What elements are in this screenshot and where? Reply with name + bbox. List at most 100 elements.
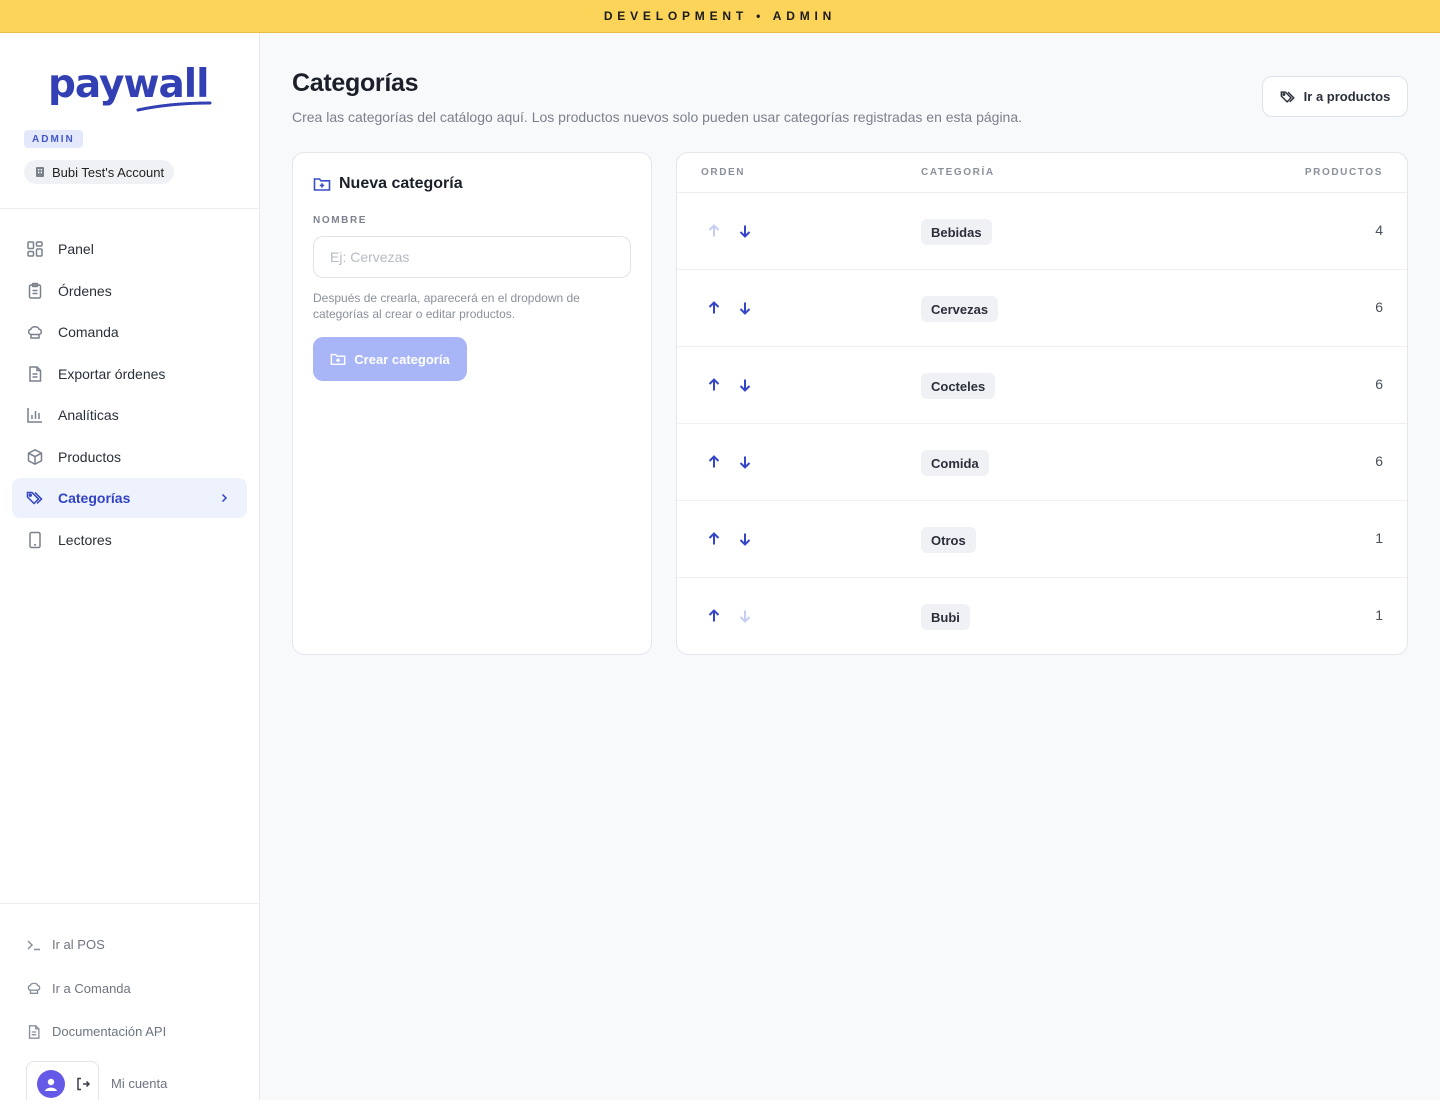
move-down-button[interactable] <box>737 300 753 316</box>
move-down-button[interactable] <box>737 223 753 239</box>
avatar[interactable] <box>37 1070 65 1098</box>
sidebar-item-label: Comanda <box>58 324 119 340</box>
move-down-button[interactable] <box>737 608 753 624</box>
page-description: Crea las categorías del catálogo aquí. L… <box>292 109 1023 125</box>
go-to-products-button[interactable]: Ir a productos <box>1262 76 1408 117</box>
arrow-up-icon <box>708 532 720 545</box>
move-up-button[interactable] <box>706 531 722 547</box>
sidebar-item-lectores[interactable]: Lectores <box>12 520 247 560</box>
table-row: Comida 6 <box>677 424 1407 501</box>
move-up-button[interactable] <box>706 300 722 316</box>
table-row: Cervezas 6 <box>677 270 1407 347</box>
sidebar-item-ordenes[interactable]: Órdenes <box>12 271 247 311</box>
arrow-down-icon <box>739 456 751 469</box>
tablet-icon <box>29 531 41 548</box>
sidebar-item-productos[interactable]: Productos <box>12 437 247 477</box>
sidebar-item-label: Exportar órdenes <box>58 365 166 382</box>
api-docs-label: Documentación API <box>52 1024 167 1040</box>
move-down-button[interactable] <box>737 377 753 393</box>
sidebar-item-analiticas[interactable]: Analíticas <box>12 395 247 435</box>
move-down-button[interactable] <box>737 454 753 470</box>
table-row: Otros 1 <box>677 501 1407 578</box>
go-to-comanda-label: Ir a Comanda <box>52 980 131 996</box>
categories-table: ORDEN CATEGORÍA PRODUCTOS Bebidas 4 Cervez… <box>676 152 1408 655</box>
tags-icon <box>1280 90 1295 103</box>
folder-plus-icon <box>330 353 346 366</box>
go-to-comanda-link[interactable]: Ir a Comanda <box>26 967 166 1011</box>
sidebar-item-comanda[interactable]: Comanda <box>12 312 247 352</box>
move-up-button[interactable] <box>706 608 722 624</box>
arrow-up-icon <box>708 609 720 622</box>
sidebar-item-categorias[interactable]: Categorías <box>12 478 247 518</box>
tags-icon <box>26 491 43 505</box>
column-header-products: PRODUCTOS <box>1304 167 1383 178</box>
product-count: 1 <box>1375 530 1383 546</box>
api-docs-link[interactable]: Documentación API <box>26 1010 166 1054</box>
new-category-title: Nueva categoría <box>313 175 463 193</box>
category-name-badge: Otros <box>921 527 976 553</box>
grid-icon <box>27 241 43 257</box>
category-name-badge: Bubi <box>921 604 970 630</box>
name-field-label: NOMBRE <box>313 215 368 226</box>
sidebar-item-label: Panel <box>58 241 94 257</box>
table-row: Bebidas 4 <box>677 193 1407 270</box>
arrow-up-icon <box>708 224 720 237</box>
account-chip[interactable]: Bubi Test's Account <box>24 160 175 184</box>
move-down-button[interactable] <box>737 531 753 547</box>
sidebar-divider <box>0 208 259 209</box>
sidebar-item-label: Órdenes <box>58 282 112 299</box>
go-to-pos-link[interactable]: Ir al POS <box>26 923 166 967</box>
name-field-hint: Después de crearla, aparecerá en el drop… <box>313 291 580 321</box>
sidebar-bottom-links: Ir al POS Ir a Comanda Documentación API <box>26 923 166 1054</box>
role-badge: ADMIN <box>24 130 83 148</box>
logout-icon[interactable] <box>75 1076 91 1092</box>
category-name-input[interactable] <box>313 236 631 278</box>
logo-swoosh-icon <box>136 101 212 112</box>
product-count: 4 <box>1375 222 1383 238</box>
user-icon <box>45 1078 57 1091</box>
new-category-title-text: Nueva categoría <box>339 175 463 192</box>
column-header-order: ORDEN <box>701 167 746 178</box>
product-count: 1 <box>1375 607 1383 623</box>
sidebar: paywall ADMIN Bubi Test's Account Panel … <box>0 33 260 1100</box>
create-category-button[interactable]: Crear categoría <box>313 337 467 381</box>
go-to-pos-label: Ir al POS <box>52 937 105 953</box>
go-to-products-label: Ir a productos <box>1303 89 1391 104</box>
clipboard-icon <box>28 282 42 299</box>
arrow-down-icon <box>739 610 751 623</box>
move-up-button[interactable] <box>706 377 722 393</box>
user-menu[interactable] <box>26 1061 99 1100</box>
page-title: Categorías <box>292 69 419 97</box>
terminal-icon <box>27 940 40 950</box>
account-name: Bubi Test's Account <box>52 164 165 180</box>
new-category-card: Nueva categoría NOMBRE Después de crearl… <box>292 152 652 655</box>
sidebar-item-label: Analíticas <box>58 407 119 423</box>
environment-banner: DEVELOPMENT • ADMIN <box>0 0 1440 33</box>
arrow-down-icon <box>739 379 751 392</box>
building-icon <box>36 167 44 177</box>
table-row: Cocteles 6 <box>677 347 1407 424</box>
column-header-category: CATEGORÍA <box>921 167 995 178</box>
sidebar-item-panel[interactable]: Panel <box>12 229 247 269</box>
document-icon <box>29 365 42 382</box>
arrow-up-icon <box>708 301 720 314</box>
category-name-badge: Bebidas <box>921 219 992 245</box>
create-category-label: Crear categoría <box>354 351 450 367</box>
sidebar-divider <box>0 903 259 904</box>
move-up-button[interactable] <box>706 454 722 470</box>
sidebar-nav: Panel Órdenes Comanda Exportar órdenes A… <box>12 229 247 561</box>
product-count: 6 <box>1375 376 1383 392</box>
table-header: ORDEN CATEGORÍA PRODUCTOS <box>677 153 1407 193</box>
category-name-badge: Cervezas <box>921 296 999 322</box>
paywall-logo[interactable]: paywall <box>48 63 212 113</box>
chef-hat-icon <box>27 982 41 995</box>
arrow-down-icon <box>739 225 751 238</box>
sidebar-item-exportar-ordenes[interactable]: Exportar órdenes <box>12 354 247 394</box>
product-count: 6 <box>1375 453 1383 469</box>
my-account-label[interactable]: Mi cuenta <box>111 1076 167 1091</box>
folder-plus-icon <box>313 178 331 191</box>
category-name-badge: Comida <box>921 450 989 476</box>
chevron-right-icon <box>221 493 228 503</box>
move-up-button[interactable] <box>706 223 722 239</box>
arrow-up-icon <box>708 455 720 468</box>
